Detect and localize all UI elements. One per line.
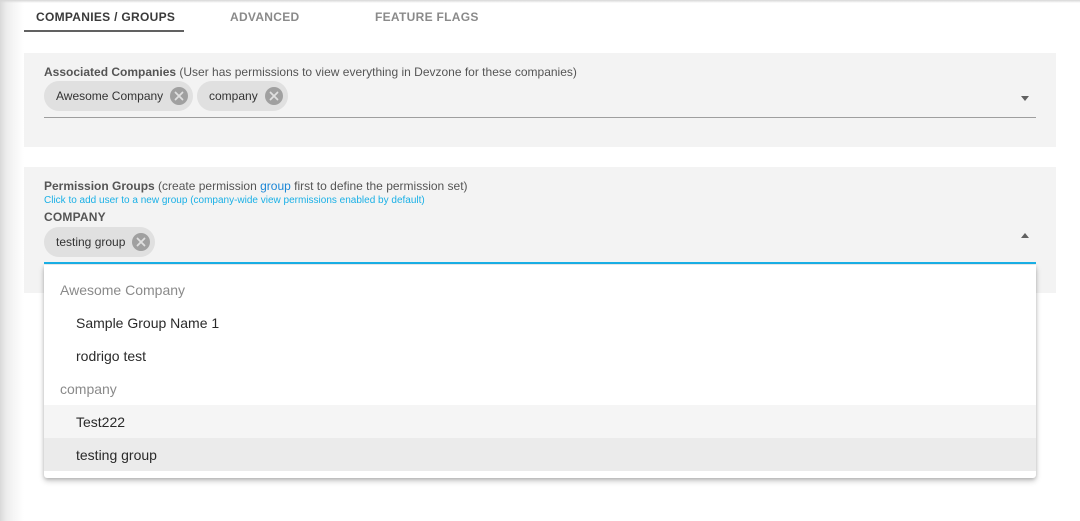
associated-companies-underline [44,117,1036,118]
company-chip-label: company [209,89,258,103]
associated-companies-panel: Associated Companies (User has permissio… [24,53,1056,147]
caret-down-icon[interactable] [1021,96,1029,101]
associated-companies-label: Associated Companies (User has permissio… [44,65,577,79]
company-chip-label: Awesome Company [56,89,164,103]
dropdown-group-header: company [60,380,117,397]
dropdown-option[interactable]: Sample Group Name 1 [44,306,1036,339]
permission-groups-underline [44,262,1036,264]
tab-bar: COMPANIES / GROUPS ADVANCED FEATURE FLAG… [24,0,1056,32]
permission-groups-label-title: Permission Groups [44,179,155,193]
cancel-circle-icon[interactable] [264,86,284,106]
permission-groups-label-post: first to define the permission set) [294,179,468,193]
associated-companies-label-title: Associated Companies [44,65,177,79]
group-options-dropdown: Awesome Company Sample Group Name 1 rodr… [44,265,1036,478]
permission-groups-label-pre: (create permission [158,179,257,193]
add-group-hint-link[interactable]: Click to add user to a new group (compan… [44,195,425,206]
dropdown-group-header: Awesome Company [60,281,186,298]
create-group-link[interactable]: group [260,179,291,193]
cancel-circle-icon[interactable] [131,232,151,252]
company-chip-company: company [197,81,288,111]
dropdown-option-selected[interactable]: testing group [44,438,1036,471]
company-subheading: COMPANY [44,210,106,224]
group-chip-testing-group: testing group [44,227,156,257]
tab-advanced[interactable]: ADVANCED [230,10,300,24]
cancel-circle-icon[interactable] [169,86,189,106]
company-chip-awesome-company: Awesome Company [44,81,194,111]
dropdown-option-hovered[interactable]: Test222 [44,405,1036,438]
tab-companies-groups[interactable]: COMPANIES / GROUPS [36,10,175,24]
dropdown-option[interactable]: rodrigo test [44,339,1036,372]
caret-up-icon[interactable] [1021,233,1029,238]
active-tab-indicator [24,30,184,32]
side-panel-edge [0,0,24,521]
associated-companies-label-description: (User has permissions to view everything… [179,65,577,79]
tab-feature-flags[interactable]: FEATURE FLAGS [375,10,479,24]
permission-groups-label: Permission Groups (create permission gro… [44,179,468,193]
group-chip-label: testing group [56,235,126,249]
